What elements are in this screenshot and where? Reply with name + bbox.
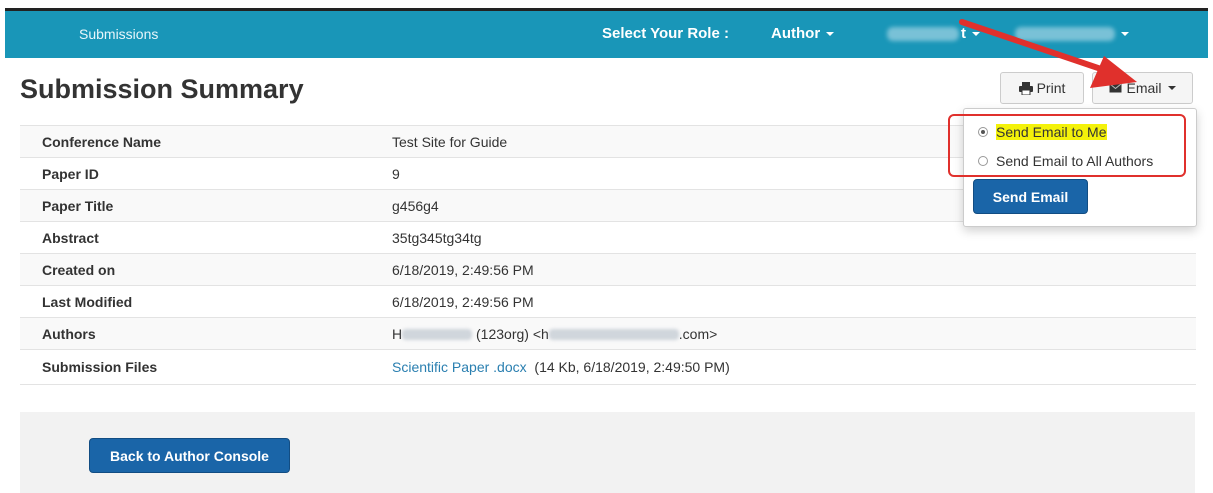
chevron-down-icon xyxy=(826,32,835,37)
nav-submissions-link[interactable]: Submissions xyxy=(79,26,158,42)
redacted-author-name xyxy=(402,329,473,341)
file-meta: (14 Kb, 6/18/2019, 2:49:50 PM) xyxy=(534,359,730,375)
redacted-author-email xyxy=(548,329,679,341)
org-menu[interactable] xyxy=(1015,25,1129,43)
role-label: Select Your Role : xyxy=(602,25,729,42)
print-icon xyxy=(1018,81,1033,95)
role-value: Author xyxy=(771,25,821,42)
row-key: Last Modified xyxy=(20,285,370,318)
row-key: Submission Files xyxy=(20,349,370,385)
user-menu[interactable]: t xyxy=(887,25,980,43)
envelope-icon xyxy=(1109,83,1122,93)
authors-value: H (123org) <h .com> xyxy=(370,317,1196,350)
back-to-author-console-button[interactable]: Back to Author Console xyxy=(89,438,290,473)
row-key: Paper ID xyxy=(20,157,370,190)
submission-file-link[interactable]: Scientific Paper .docx xyxy=(392,359,527,375)
row-key: Created on xyxy=(20,253,370,286)
table-row: Submission Files Scientific Paper .docx … xyxy=(20,349,1196,385)
redacted-org xyxy=(1015,26,1115,41)
chevron-down-icon xyxy=(972,31,980,36)
row-key: Authors xyxy=(20,317,370,350)
top-navbar: Submissions Select Your Role : Author t xyxy=(5,8,1208,58)
email-label: Email xyxy=(1126,80,1162,96)
redacted-username xyxy=(887,26,959,41)
window-top-strip xyxy=(0,0,1213,8)
send-email-button[interactable]: Send Email xyxy=(973,179,1088,214)
row-value: 6/18/2019, 2:49:56 PM xyxy=(370,253,1196,286)
author-email-suffix: .com> xyxy=(678,325,718,342)
author-org: (123org) <h xyxy=(476,325,549,342)
author-initial: H xyxy=(392,325,403,342)
row-value: 6/18/2019, 2:49:56 PM xyxy=(370,285,1196,318)
role-dropdown[interactable]: Author xyxy=(771,25,835,42)
table-row: Created on 6/18/2019, 2:49:56 PM xyxy=(20,253,1196,286)
user-suffix: t xyxy=(961,25,966,42)
chevron-down-icon xyxy=(1121,31,1129,36)
chevron-down-icon xyxy=(1167,86,1176,90)
row-key: Paper Title xyxy=(20,189,370,222)
row-key: Conference Name xyxy=(20,125,370,158)
print-button[interactable]: Print xyxy=(1000,72,1084,104)
annotation-highlight-box xyxy=(948,114,1186,177)
page-title: Submission Summary xyxy=(20,74,304,104)
print-label: Print xyxy=(1036,80,1066,96)
files-value: Scientific Paper .docx (14 Kb, 6/18/2019… xyxy=(370,349,1196,385)
table-row: Last Modified 6/18/2019, 2:49:56 PM xyxy=(20,285,1196,318)
table-row: Authors H (123org) <h .com> xyxy=(20,317,1196,350)
row-key: Abstract xyxy=(20,221,370,254)
email-dropdown-button[interactable]: Email xyxy=(1092,72,1193,104)
